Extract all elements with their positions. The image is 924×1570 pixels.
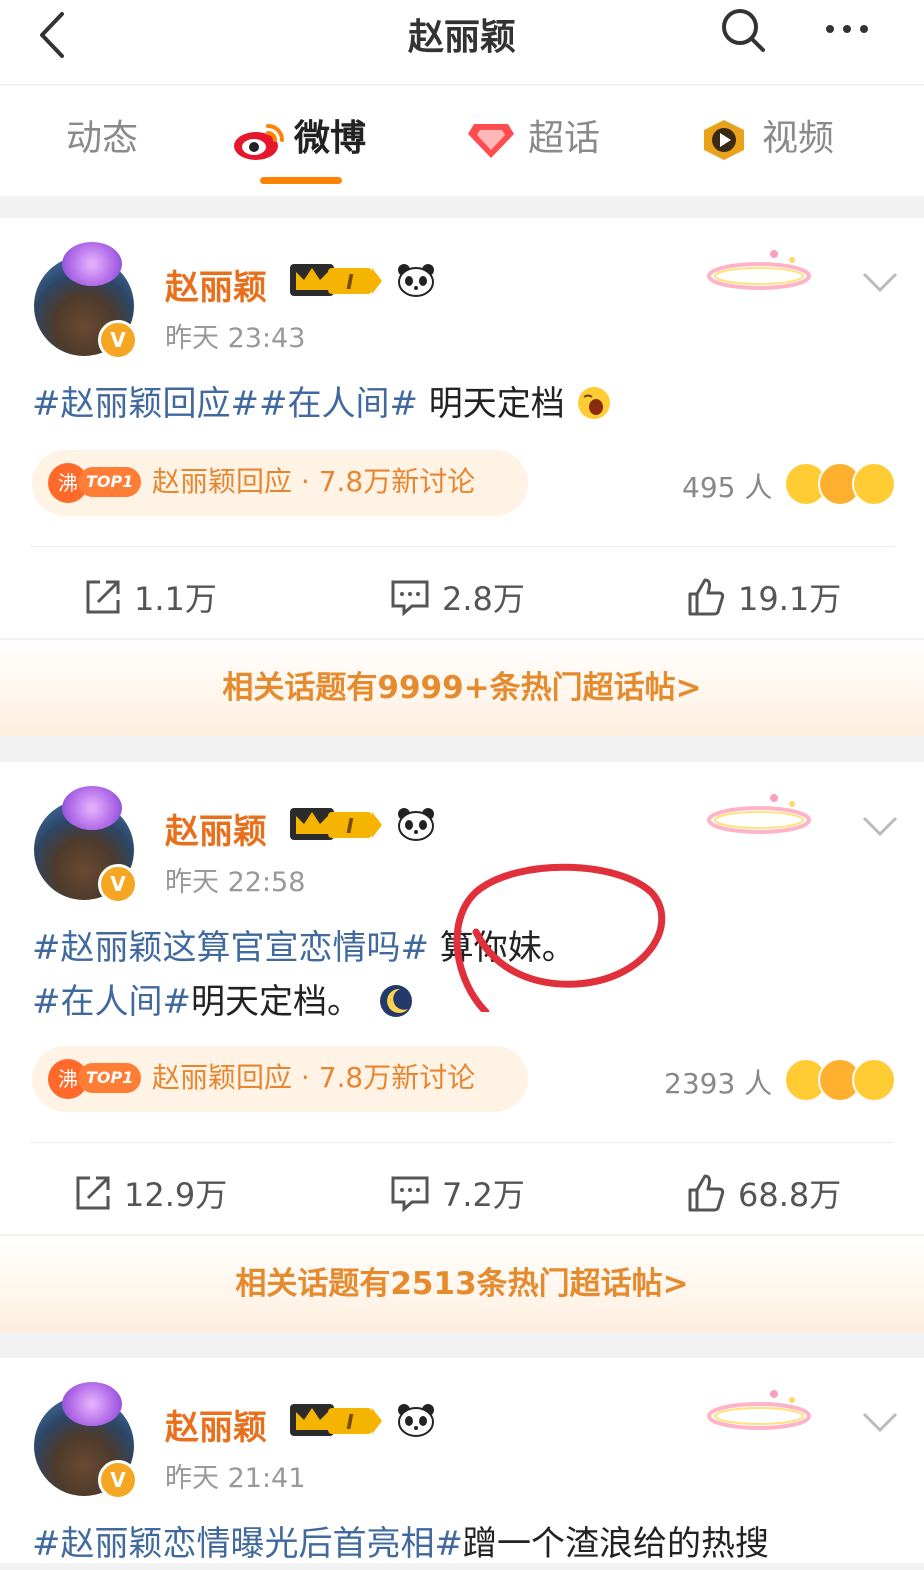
avatar-frame-decoration xyxy=(62,786,122,830)
weibo-logo-icon xyxy=(234,124,284,160)
username[interactable]: 赵丽颖 xyxy=(165,804,267,853)
tab-dynamics[interactable]: 动态 xyxy=(66,115,138,163)
like-button[interactable]: 68.8万 xyxy=(686,1170,841,1216)
grin-emoji-icon xyxy=(852,462,896,506)
post-time: 昨天 23:43 xyxy=(165,323,306,354)
share-button[interactable]: 1.1万 xyxy=(84,574,217,620)
chevron-down-icon[interactable] xyxy=(860,270,900,294)
supertopic-banner[interactable]: 相关话题有2513条热门超话帖> xyxy=(0,1236,924,1332)
like-button[interactable]: 19.1万 xyxy=(686,574,841,620)
tab-bar: 动态 微博 超话 视频 xyxy=(0,85,924,196)
like-icon xyxy=(688,1174,725,1212)
post-text: #赵丽颖恋情曝光后首亮相#蹭一个渣浪给的热搜 xyxy=(32,1524,769,1564)
share-icon xyxy=(76,1176,110,1210)
svg-text:I: I xyxy=(346,270,354,294)
hot-topic-pill[interactable]: 沸 TOP1 赵丽颖回应 · 7.8万新讨论 xyxy=(32,450,528,516)
decoration-ring-icon xyxy=(707,250,811,290)
username[interactable]: 赵丽颖 xyxy=(165,260,267,309)
hot-topic-text: 赵丽颖回应 · 7.8万新讨论 xyxy=(152,1061,476,1094)
decoration-ring-icon xyxy=(707,1390,811,1430)
topic-link[interactable]: #赵丽颖恋情曝光后首亮相# xyxy=(32,1524,463,1564)
diamond-icon xyxy=(468,124,514,158)
reaction-emojis xyxy=(784,1058,896,1102)
avatar-frame-decoration xyxy=(62,1382,122,1426)
yawn-emoji-icon xyxy=(577,387,610,419)
username[interactable]: 赵丽颖 xyxy=(165,1400,267,1449)
comment-button[interactable]: 7.2万 xyxy=(390,1170,525,1216)
tab-supertopic[interactable]: 超话 xyxy=(466,115,600,163)
vip-crown-icon: I xyxy=(290,1404,382,1436)
topic-link[interactable]: #赵丽颖这算官宣恋情吗# xyxy=(32,928,429,968)
search-icon[interactable] xyxy=(718,5,768,55)
more-icon[interactable] xyxy=(822,14,872,44)
chevron-down-icon[interactable] xyxy=(860,814,900,838)
video-icon xyxy=(704,120,744,160)
moon-emoji-icon xyxy=(379,985,412,1017)
hot-topic-pill[interactable]: 沸 TOP1 赵丽颖回应 · 7.8万新讨论 xyxy=(32,1046,528,1112)
vip-crown-icon: I xyxy=(290,808,382,840)
people-count: 495 人 xyxy=(682,471,773,504)
chevron-down-icon[interactable] xyxy=(860,1410,900,1434)
post-card[interactable]: V 赵丽颖 I 昨天 21:41 #赵丽颖恋情曝光后首亮相#蹭一个渣浪给的热搜 xyxy=(0,1358,924,1564)
share-button[interactable]: 12.9万 xyxy=(74,1170,227,1216)
hot-topic-text: 赵丽颖回应 · 7.8万新讨论 xyxy=(152,465,476,498)
comment-icon xyxy=(391,580,429,616)
top-bar: 赵丽颖 xyxy=(0,0,924,85)
people-count: 2393 人 xyxy=(664,1067,773,1100)
top-rank-badge: TOP1 xyxy=(78,467,142,497)
active-tab-indicator xyxy=(260,177,342,184)
section-gap xyxy=(0,196,924,218)
panda-icon xyxy=(398,264,434,297)
verified-badge-icon: V xyxy=(98,864,138,904)
section-gap xyxy=(0,736,924,762)
reaction-emojis xyxy=(784,462,896,506)
share-icon xyxy=(86,580,120,614)
divider xyxy=(30,546,894,547)
post-text-line2: #在人间#明天定档。 xyxy=(32,976,414,1028)
panda-icon xyxy=(398,808,434,841)
red-annotation-circle xyxy=(453,863,666,1012)
top-rank-badge: TOP1 xyxy=(78,1063,142,1093)
decoration-ring-icon xyxy=(707,794,811,834)
divider xyxy=(30,1142,894,1143)
post-time: 昨天 22:58 xyxy=(165,867,306,898)
like-icon xyxy=(688,578,725,616)
panda-icon xyxy=(398,1404,434,1437)
post-card[interactable]: V 赵丽颖 I 昨天 23:43 #赵丽颖回应##在人间# 明天定档 沸 TOP… xyxy=(0,218,924,638)
comment-icon xyxy=(391,1176,429,1212)
section-gap xyxy=(0,1332,924,1358)
post-time: 昨天 21:41 xyxy=(165,1463,306,1494)
topic-link[interactable]: #赵丽颖回应##在人间# xyxy=(32,384,418,424)
grin-emoji-icon xyxy=(852,1058,896,1102)
avatar-frame-decoration xyxy=(62,242,122,286)
svg-text:I: I xyxy=(346,814,354,838)
verified-badge-icon: V xyxy=(98,1460,138,1500)
verified-badge-icon: V xyxy=(98,320,138,360)
tab-weibo[interactable]: 微博 xyxy=(232,115,366,163)
topic-link[interactable]: #在人间# xyxy=(32,982,191,1022)
svg-text:I: I xyxy=(346,1410,354,1434)
post-text: #赵丽颖回应##在人间# 明天定档 xyxy=(32,378,612,430)
page-title: 赵丽颖 xyxy=(407,17,516,58)
supertopic-banner[interactable]: 相关话题有9999+条热门超话帖> xyxy=(0,640,924,736)
vip-crown-icon: I xyxy=(290,264,382,296)
comment-button[interactable]: 2.8万 xyxy=(390,574,525,620)
tab-video[interactable]: 视频 xyxy=(700,115,834,163)
